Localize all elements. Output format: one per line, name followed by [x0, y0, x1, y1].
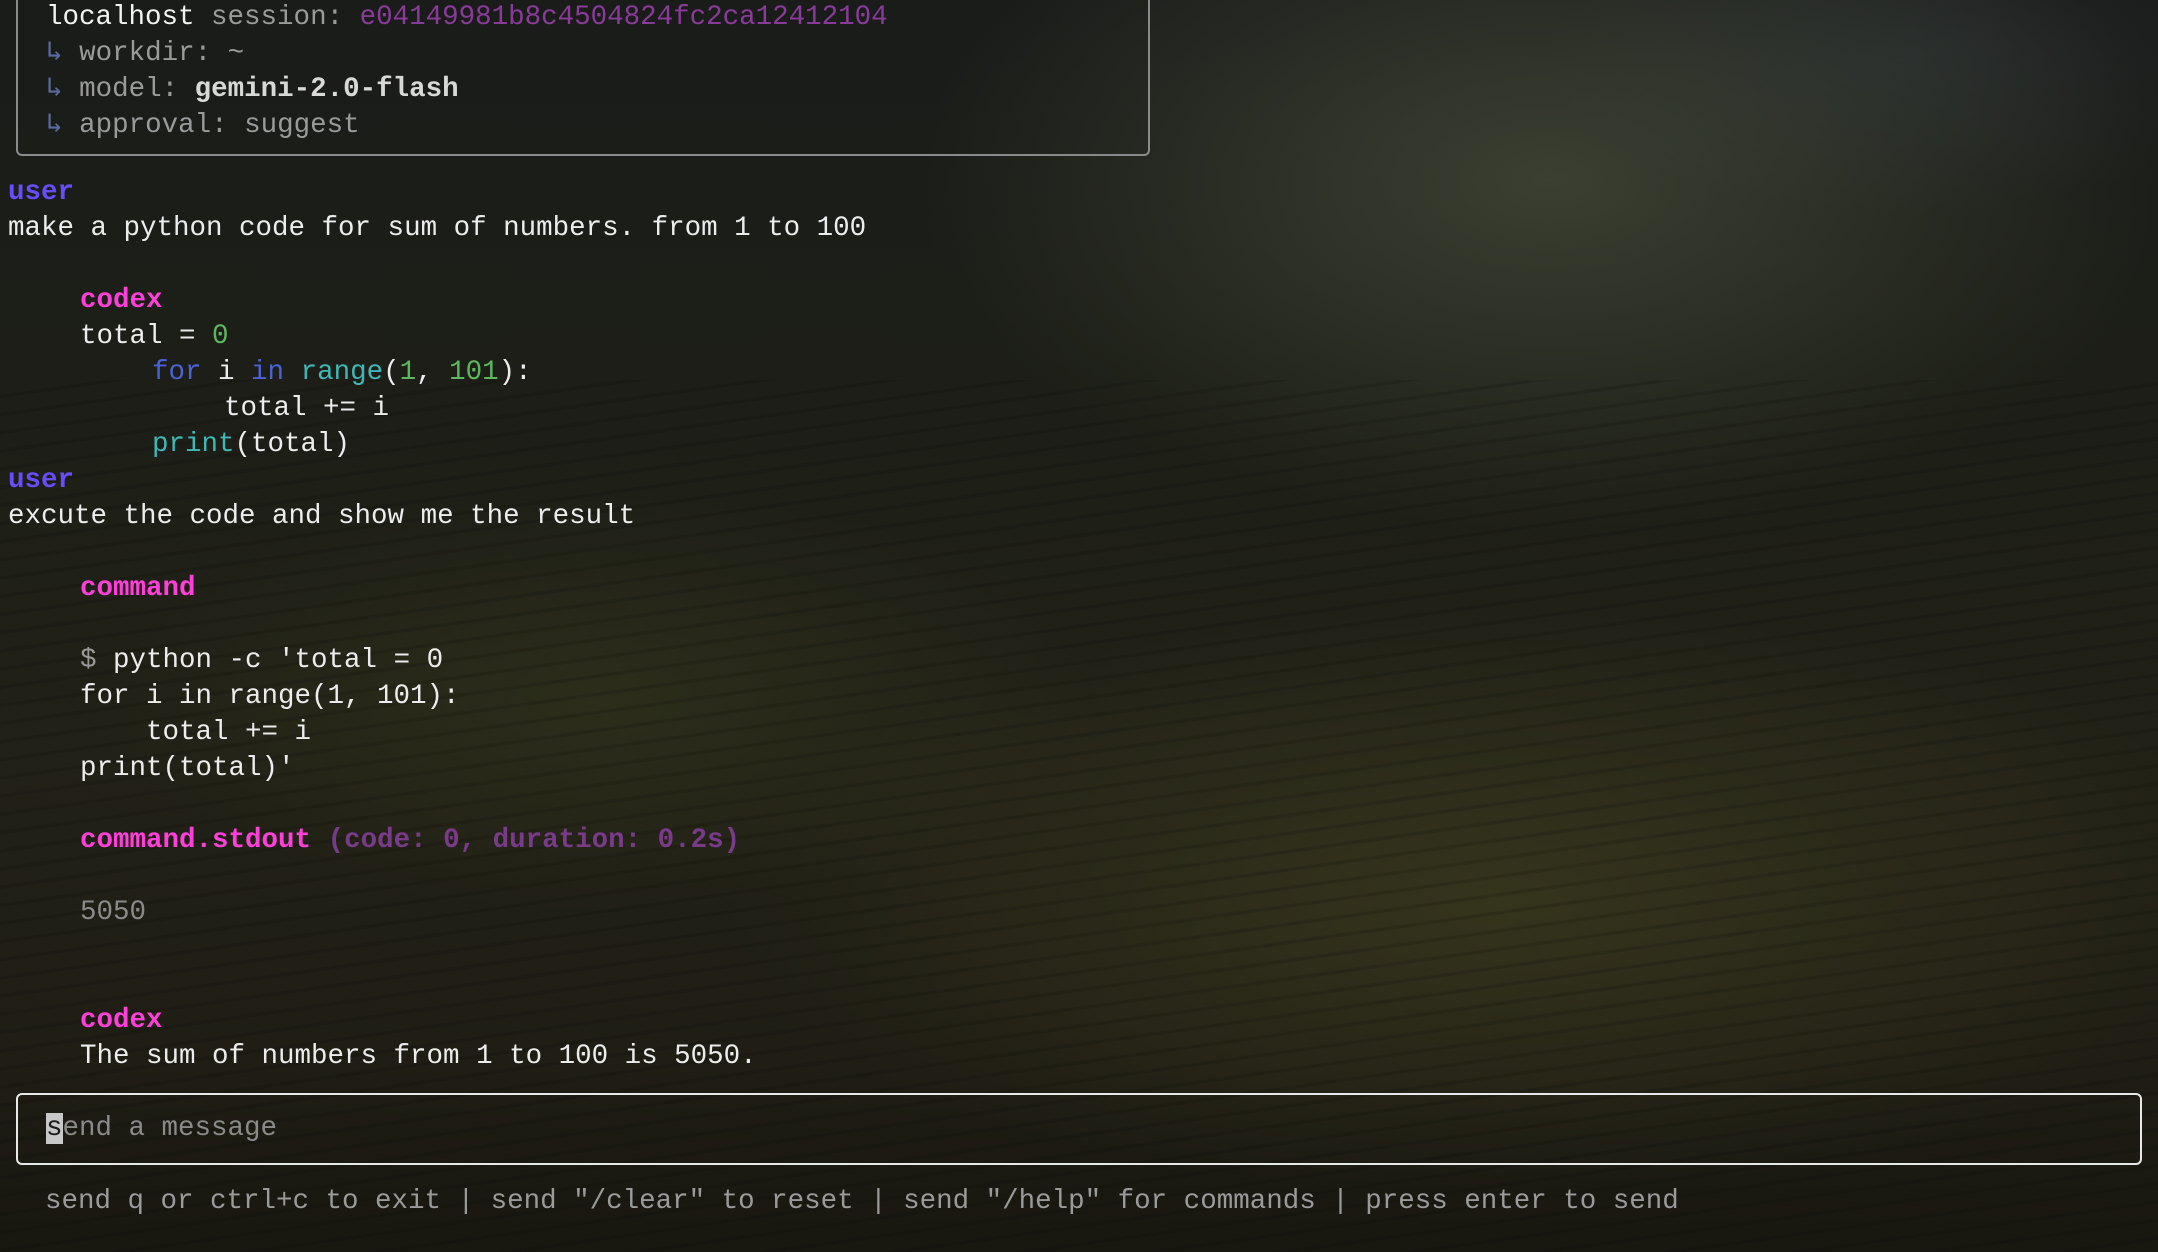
- code-number: 0: [212, 321, 229, 352]
- code-text: ,: [416, 357, 450, 388]
- message-input-placeholder: send a message: [46, 1111, 277, 1147]
- command-label: command: [80, 573, 196, 604]
- code-line-3: total += i: [224, 393, 390, 424]
- session-line: localhost session: e04149981b8c4504824fc…: [46, 0, 888, 36]
- approval-line: ↳ approval: suggest: [46, 108, 360, 144]
- message-input[interactable]: send a message: [16, 1093, 2142, 1165]
- user-role-label: user: [8, 177, 75, 208]
- code-number: 1: [399, 357, 417, 388]
- code-text: (: [383, 357, 400, 388]
- code-text: (total): [234, 429, 351, 460]
- codex-message-text: The sum of numbers from 1 to 100 is 5050…: [80, 1041, 757, 1072]
- code-builtin: print: [152, 429, 235, 460]
- command-line-1: $ python -c 'total = 0: [80, 643, 443, 679]
- codex-role-label: codex: [80, 285, 163, 316]
- command-text: python -c 'total = 0: [96, 645, 444, 676]
- code-line-2: for i in range(1, 101):: [152, 355, 532, 391]
- model-value: gemini-2.0-flash: [194, 74, 459, 105]
- stdout-output: 5050: [80, 897, 147, 928]
- workdir-value: ~: [227, 38, 245, 69]
- code-keyword: for: [152, 357, 202, 388]
- code-line-1: total = 0: [80, 319, 229, 355]
- code-text: total =: [80, 321, 213, 352]
- shell-prompt: $: [80, 645, 97, 676]
- stdout-meta: (code: 0, duration: 0.2s): [327, 825, 741, 856]
- stdout-header: command.stdout (code: 0, duration: 0.2s): [80, 823, 740, 859]
- code-text: i: [201, 357, 252, 388]
- command-line-2: for i in range(1, 101):: [80, 681, 460, 712]
- code-number: 101: [449, 357, 499, 388]
- code-keyword: in: [251, 357, 285, 388]
- stdout-label: command.stdout: [80, 825, 312, 856]
- user-message-text: excute the code and show me the result: [8, 501, 636, 532]
- corner-arrow-icon: ↳: [46, 74, 63, 105]
- command-line-3: total += i: [80, 717, 312, 748]
- session-id: e04149981b8c4504824fc2ca12412104: [359, 2, 888, 33]
- codex-role-label: codex: [80, 1005, 163, 1036]
- user-role-label: user: [8, 465, 75, 496]
- approval-label: approval:: [79, 110, 228, 141]
- command-line-4: print(total)': [80, 753, 295, 784]
- text-cursor: s: [46, 1113, 63, 1144]
- model-label: model:: [79, 74, 179, 105]
- code-line-4: print(total): [152, 427, 350, 463]
- code-builtin: range: [300, 357, 384, 388]
- code-text: ):: [498, 357, 532, 388]
- session-info-box: localhost session: e04149981b8c4504824fc…: [16, 0, 1150, 156]
- footer-hint: send q or ctrl+c to exit | send "/clear"…: [45, 1186, 1679, 1217]
- corner-arrow-icon: ↳: [46, 38, 63, 69]
- host-name: localhost: [46, 2, 195, 33]
- model-line: ↳ model: gemini-2.0-flash: [46, 72, 459, 108]
- approval-value: suggest: [244, 110, 360, 141]
- session-label: session:: [211, 2, 344, 33]
- workdir-line: ↳ workdir: ~: [46, 36, 244, 72]
- placeholder-text: end a message: [62, 1113, 278, 1144]
- workdir-label: workdir:: [79, 38, 212, 69]
- corner-arrow-icon: ↳: [46, 110, 63, 141]
- user-message-text: make a python code for sum of numbers. f…: [8, 213, 867, 244]
